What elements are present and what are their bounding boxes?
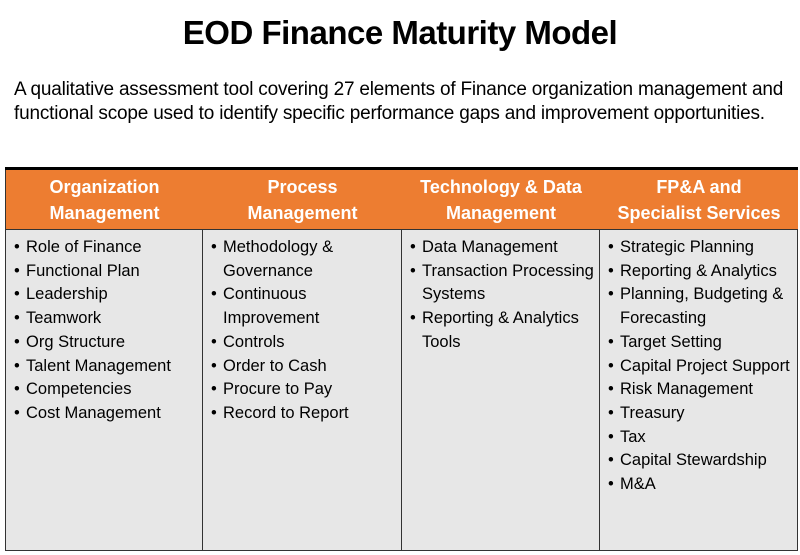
list-item: Functional Plan <box>14 260 198 284</box>
list-item: Talent Management <box>14 355 198 379</box>
list-item: Controls <box>211 331 397 355</box>
item-list: Strategic PlanningReporting & AnalyticsP… <box>608 236 793 497</box>
column-body: Strategic PlanningReporting & AnalyticsP… <box>600 230 798 551</box>
column-body: Role of FinanceFunctional PlanLeadership… <box>5 230 203 551</box>
list-item: Continuous Improvement <box>211 283 397 330</box>
header-line: Organization <box>49 176 160 197</box>
column-body: Data ManagementTransaction Processing Sy… <box>402 230 600 551</box>
list-item: Leadership <box>14 283 198 307</box>
list-item: Data Management <box>410 236 595 260</box>
header-line: Management <box>49 202 160 223</box>
list-item: Role of Finance <box>14 236 198 260</box>
header-line: Management <box>247 202 358 223</box>
header-line: Technology & Data <box>420 176 582 197</box>
list-item: Order to Cash <box>211 355 397 379</box>
item-list: Methodology & GovernanceContinuous Impro… <box>211 236 397 426</box>
maturity-model-table: Organization Management Process Management T… <box>5 167 798 551</box>
page-title: EOD Finance Maturity Model <box>182 14 618 51</box>
header-line: Management <box>445 202 557 223</box>
column-body: Methodology & GovernanceContinuous Impro… <box>203 230 402 551</box>
list-item: Planning, Budgeting & Forecasting <box>608 283 793 330</box>
list-item: Capital Stewardship <box>608 449 793 473</box>
description: A qualitative assessment tool covering 2… <box>14 79 784 124</box>
list-item: Procure to Pay <box>211 378 397 402</box>
list-item: Cost Management <box>14 402 198 426</box>
list-item: Capital Project Support <box>608 355 793 379</box>
item-list: Data ManagementTransaction Processing Sy… <box>410 236 595 355</box>
list-item: Transaction Processing Systems <box>410 260 595 307</box>
header-line: Process <box>267 176 338 197</box>
header-line: Specialist Services <box>617 202 781 223</box>
list-item: Strategic Planning <box>608 236 793 260</box>
list-item: Methodology & Governance <box>211 236 397 283</box>
item-list: Role of FinanceFunctional PlanLeadership… <box>14 236 198 426</box>
header-line: FP&A and <box>656 176 742 197</box>
list-item: Competencies <box>14 378 198 402</box>
column-header: FP&A and Specialist Services <box>600 170 798 230</box>
list-item: Target Setting <box>608 331 793 355</box>
list-item: Reporting & Analytics Tools <box>410 307 595 354</box>
list-item: Reporting & Analytics <box>608 260 793 284</box>
list-item: Org Structure <box>14 331 198 355</box>
list-item: Teamwork <box>14 307 198 331</box>
list-item: Risk Management <box>608 378 793 402</box>
list-item: M&A <box>608 473 793 497</box>
column-header: Organization Management <box>5 170 203 230</box>
list-item: Treasury <box>608 402 793 426</box>
list-item: Tax <box>608 426 793 450</box>
column-header: Technology & Data Management <box>402 170 600 230</box>
list-item: Record to Report <box>211 402 397 426</box>
column-header: Process Management <box>203 170 402 230</box>
